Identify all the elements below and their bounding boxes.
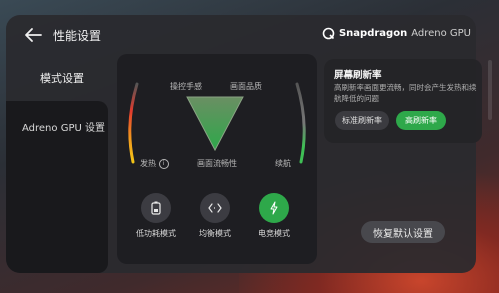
low-power-mode-button[interactable]: [141, 193, 171, 223]
battery-arc: [295, 82, 306, 164]
lightning-icon: [270, 201, 278, 215]
refresh-rate-title: 屏幕刷新率: [334, 70, 382, 81]
balanced-mode-label: 均衡模式: [199, 229, 231, 238]
brand-product: Adreno GPU: [411, 28, 471, 39]
label-quality: 画面品质: [230, 82, 262, 91]
balance-icon: [208, 203, 222, 213]
back-arrow-icon[interactable]: [24, 27, 42, 43]
battery-icon: [151, 201, 161, 215]
label-heat: 发热 i: [140, 158, 169, 169]
page-title: 性能设置: [53, 29, 102, 43]
sidebar-item-mode-settings[interactable]: 模式设置: [40, 70, 84, 86]
balanced-mode-button[interactable]: [200, 193, 230, 223]
label-battery: 续航: [275, 159, 291, 168]
label-control: 操控手感: [170, 82, 202, 91]
brand-name: Snapdragon: [338, 28, 408, 39]
high-refresh-button[interactable]: 高刷新率: [396, 111, 446, 130]
info-icon[interactable]: i: [158, 158, 169, 169]
standard-refresh-button[interactable]: 标准刷新率: [335, 111, 389, 130]
esports-mode-button[interactable]: [259, 193, 289, 223]
esports-mode-label: 电竞模式: [258, 229, 290, 238]
heat-arc: [128, 82, 139, 164]
snapdragon-icon: [322, 27, 335, 40]
performance-triangle: [186, 96, 244, 152]
label-fluency: 画面流畅性: [197, 159, 237, 168]
refresh-rate-description: 高刷新率画面更流畅，同时会产生发热和续航降低的问题: [334, 83, 477, 103]
low-power-mode-label: 低功耗模式: [136, 229, 176, 238]
brand-logo: Snapdragon Adreno GPU: [322, 27, 471, 40]
restore-defaults-button[interactable]: 恢复默认设置: [361, 221, 445, 243]
scroll-indicator: [488, 60, 492, 120]
sidebar-item-adreno-gpu[interactable]: Adreno GPU 设置: [22, 119, 105, 134]
